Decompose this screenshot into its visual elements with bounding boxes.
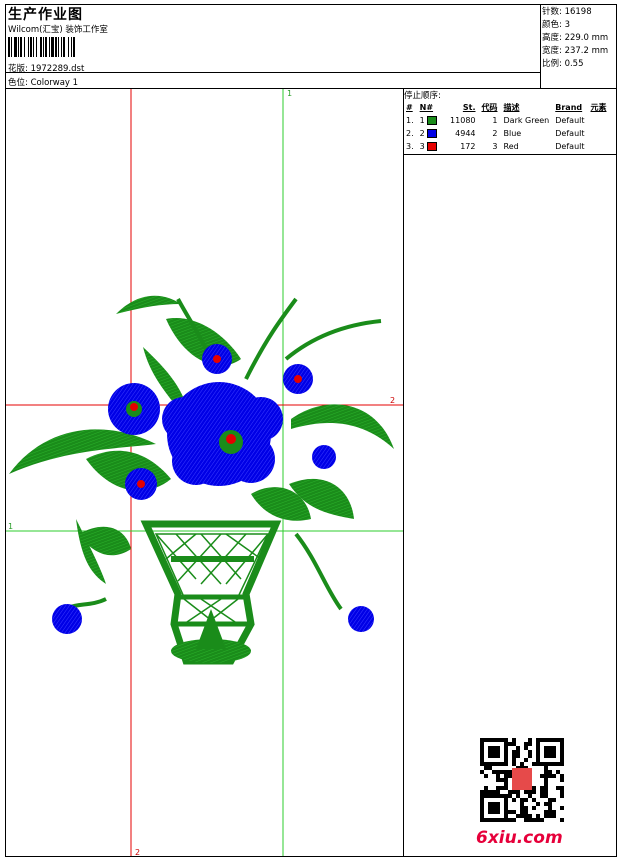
colorway: 色位: Colorway 1	[8, 78, 79, 88]
design-file: 花版: 1972289.dst	[8, 64, 85, 74]
info-divider	[5, 72, 540, 73]
col-needle: N#	[419, 103, 434, 112]
guide-label-h-red: 2	[390, 396, 395, 405]
color-count: 颜色: 3	[542, 20, 570, 30]
stop-row: 2. 2 4944 2 Blue Default	[403, 127, 610, 140]
design-width: 宽度: 237.2 mm	[542, 46, 609, 56]
design-scale: 比例: 0.55	[542, 59, 584, 69]
stop-brand: Default	[555, 116, 585, 125]
stop-sequence-title: 停止顺序:	[404, 91, 441, 101]
table-bottom-line	[403, 154, 617, 155]
col-element: 元素	[590, 103, 607, 112]
stop-sequence-table: # N# St. 代码 描述 Brand 元素 1. 1 11080 1 Dark G…	[403, 101, 610, 153]
stop-description: Dark Green	[503, 116, 550, 125]
guide-label-h-green: 1	[8, 522, 13, 531]
col-code: 代码	[481, 103, 498, 112]
watermark-logo: 6xiu.com	[476, 828, 563, 848]
stop-element	[588, 114, 610, 127]
col-brand: Brand	[555, 103, 583, 112]
color-swatch	[427, 129, 438, 138]
guide-label-v-red: 2	[135, 848, 140, 856]
stop-code: 2	[492, 129, 498, 138]
col-stitches: St.	[462, 103, 476, 112]
stop-stitches: 4944	[455, 129, 476, 138]
embroidery-preview: 1 2 1 2	[6, 89, 403, 856]
stop-brand: Default	[555, 142, 585, 151]
stop-description: Red	[503, 142, 519, 151]
design-stats: 针数: 16198 颜色: 3 高度: 229.0 mm 宽度: 237.2 m…	[542, 6, 608, 71]
company-name: Wilcom(汇宝) 装饰工作室	[8, 25, 108, 35]
page-title: 生产作业图	[8, 7, 83, 23]
design-height: 高度: 229.0 mm	[542, 33, 609, 43]
table-header-row: # N# St. 代码 描述 Brand 元素	[403, 101, 610, 114]
stitch-count: 针数: 16198	[542, 7, 592, 17]
col-description: 描述	[503, 103, 520, 112]
basket	[140, 520, 282, 665]
stop-description: Blue	[503, 129, 522, 138]
stop-index: 3.	[406, 142, 414, 151]
stop-index: 1.	[406, 116, 414, 125]
stop-element	[588, 140, 610, 153]
stop-element	[588, 127, 610, 140]
guide-label-v-green: 1	[287, 89, 292, 98]
color-swatch	[427, 116, 438, 125]
color-swatch	[427, 142, 438, 151]
barcode	[8, 37, 76, 57]
stop-brand: Default	[555, 129, 585, 138]
stop-row: 1. 1 11080 1 Dark Green Default	[403, 114, 610, 127]
stop-index: 2.	[406, 129, 414, 138]
stats-divider	[540, 4, 541, 88]
qr-code	[480, 738, 564, 822]
stop-stitches: 172	[460, 142, 476, 151]
stop-needle: 3	[417, 140, 447, 153]
stop-code: 1	[492, 116, 498, 125]
stop-code: 3	[492, 142, 498, 151]
stop-needle: 2	[417, 127, 447, 140]
panel-divider	[403, 88, 404, 857]
stop-stitches: 11080	[450, 116, 476, 125]
stop-needle: 1	[417, 114, 447, 127]
col-index: #	[406, 103, 413, 112]
stop-row: 3. 3 172 3 Red Default	[403, 140, 610, 153]
design-canvas: 1 2 1 2	[6, 89, 403, 856]
